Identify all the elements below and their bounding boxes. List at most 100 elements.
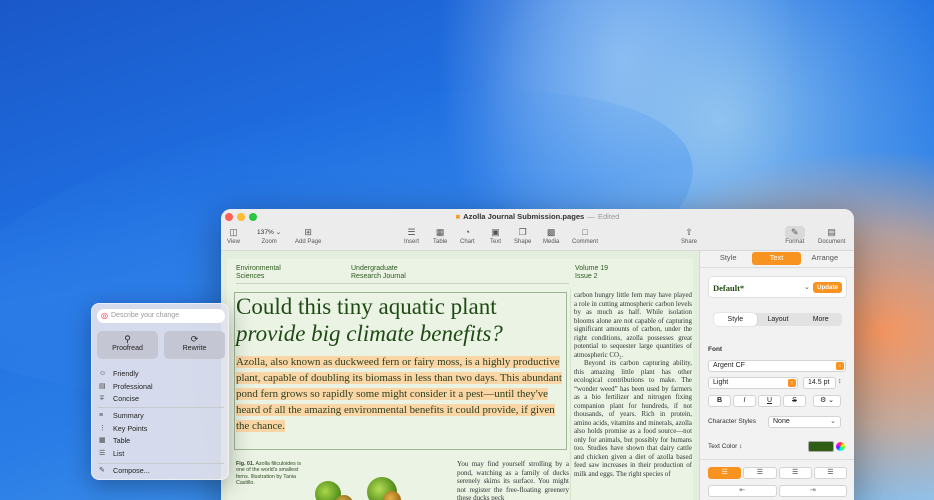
- subtab-style[interactable]: Style: [714, 313, 757, 326]
- key-points-option[interactable]: ⋮ Key Points: [97, 423, 225, 436]
- add-page-icon: ⊞: [304, 227, 312, 237]
- pages-window: ■ Azolla Journal Submission.pages — Edited …: [221, 209, 854, 500]
- updown-icon: ↕: [836, 362, 844, 370]
- document-canvas[interactable]: Environmental Sciences Undergraduate Res…: [221, 251, 699, 500]
- table-icon: ▦: [99, 437, 106, 444]
- font-weight-value: Light: [713, 379, 729, 386]
- header-volume: Volume 19 Issue 2: [575, 265, 609, 280]
- describe-change-input[interactable]: ◎ Describe your change: [97, 309, 225, 323]
- table-button[interactable]: ▦ Table: [433, 226, 447, 245]
- insert-button[interactable]: ☰ Insert: [404, 226, 419, 245]
- body-column-right[interactable]: carbon hungry little fern may have playe…: [574, 292, 692, 500]
- smiley-icon: ☺: [99, 370, 107, 377]
- document-button[interactable]: ▤ Document: [818, 226, 845, 245]
- title-bar: ■ Azolla Journal Submission.pages — Edited …: [221, 209, 854, 251]
- italic-button[interactable]: I: [733, 395, 756, 407]
- share-icon: ⇧: [685, 227, 693, 237]
- insert-icon: ☰: [407, 227, 416, 237]
- proofread-button[interactable]: ⚲ Proofread: [97, 331, 158, 359]
- font-weight-select[interactable]: Light ↕: [708, 377, 798, 389]
- font-size-stepper[interactable]: ↕: [838, 378, 842, 385]
- list-option[interactable]: ☰ List: [97, 448, 225, 461]
- align-justify-button[interactable]: ☰: [813, 467, 847, 479]
- concise-icon: ∓: [99, 395, 105, 402]
- strikethrough-button[interactable]: S: [783, 395, 806, 407]
- column-rule: [570, 289, 571, 500]
- text-color-label: Text Color ↕: [708, 443, 743, 450]
- compose-option[interactable]: ✎ Compose...: [97, 465, 225, 478]
- text-box-icon: ▣: [491, 227, 500, 237]
- updown-icon: ↕: [739, 443, 743, 450]
- paragraph-style-selector[interactable]: Default* ⌄ Update: [708, 276, 847, 298]
- media-button[interactable]: ▩ Media: [543, 226, 559, 245]
- add-page-button[interactable]: ⊞ Add Page: [295, 226, 321, 245]
- apple-intelligence-icon: ◎: [101, 311, 108, 320]
- concise-option[interactable]: ∓ Concise: [97, 393, 225, 406]
- compose-list: ✎ Compose...: [97, 465, 225, 478]
- tab-text[interactable]: Text: [752, 252, 801, 265]
- comment-button[interactable]: □ Comment: [572, 226, 598, 245]
- text-options-button[interactable]: ⚙ ⌄: [813, 395, 841, 407]
- header-section: Environmental Sciences: [236, 265, 281, 280]
- comment-icon: □: [582, 227, 588, 237]
- format-button[interactable]: ✎ Format: [785, 226, 805, 245]
- tab-arrange[interactable]: Arrange: [801, 252, 849, 265]
- character-styles-label: Character Styles: [708, 418, 757, 425]
- table-option[interactable]: ▦ Table: [97, 435, 225, 448]
- document-page[interactable]: Environmental Sciences Undergraduate Res…: [227, 259, 693, 500]
- zoom-menu[interactable]: 137% ⌄ Zoom: [257, 226, 281, 245]
- summary-option[interactable]: ≡ Summary: [97, 410, 225, 423]
- professional-option[interactable]: ▤ Professional: [97, 381, 225, 394]
- chevron-down-icon: ⌄: [828, 397, 835, 404]
- document-icon: ▤: [827, 227, 836, 237]
- rewrite-icon: ⟳: [190, 334, 199, 344]
- indent-buttons: ⇤ ⇥: [708, 485, 847, 497]
- increase-indent-button[interactable]: ⇥: [778, 485, 847, 497]
- zoom-value: 137%: [257, 229, 274, 236]
- writing-tools-popover: ◎ Describe your change ⚲ Proofread ⟳ Rew…: [91, 303, 229, 480]
- tab-style[interactable]: Style: [704, 252, 752, 265]
- figure-caption: Fig. 01. Azolla filiculoides is one of t…: [236, 461, 302, 486]
- underline-button[interactable]: U: [758, 395, 781, 407]
- subtab-layout[interactable]: Layout: [757, 313, 800, 326]
- align-right-button[interactable]: ☰: [778, 467, 812, 479]
- font-size-field[interactable]: 14.5 pt: [803, 377, 836, 389]
- share-button[interactable]: ⇧ Share: [681, 226, 697, 245]
- shape-icon: ❐: [518, 227, 527, 237]
- headline[interactable]: Could this tiny aquatic plant provide bi…: [236, 293, 566, 347]
- color-wheel-icon[interactable]: [836, 442, 845, 451]
- view-button[interactable]: ◫ View: [227, 226, 240, 245]
- shape-button[interactable]: ❐ Shape: [514, 226, 531, 245]
- align-left-button[interactable]: ☰: [708, 467, 742, 479]
- decrease-indent-button[interactable]: ⇤: [708, 485, 777, 497]
- chart-icon: ◔: [464, 227, 471, 237]
- header-journal: Undergraduate Research Journal: [351, 265, 406, 280]
- body-column-middle[interactable]: You may find yourself strolling by a pon…: [457, 460, 569, 500]
- update-style-button[interactable]: Update: [813, 282, 842, 293]
- gear-icon: ⚙: [819, 397, 827, 404]
- bold-button[interactable]: B: [708, 395, 731, 407]
- font-family-select[interactable]: Argent CF ↕: [708, 360, 846, 372]
- chevron-down-icon: ⌄: [830, 418, 836, 425]
- align-center-button[interactable]: ☰: [743, 467, 777, 479]
- font-section-label: Font: [708, 346, 723, 353]
- subtab-more[interactable]: More: [799, 313, 842, 326]
- friendly-option[interactable]: ☺ Friendly: [97, 368, 225, 381]
- text-color-swatch[interactable]: [808, 441, 834, 452]
- pencil-icon: ✎: [99, 467, 105, 474]
- divider: [98, 463, 224, 464]
- divider: [700, 267, 854, 268]
- rewrite-button[interactable]: ⟳ Rewrite: [164, 331, 225, 359]
- character-styles-select[interactable]: None ⌄: [768, 416, 841, 428]
- chart-button[interactable]: ◔ Chart: [460, 226, 475, 245]
- table-icon: ▦: [435, 227, 445, 237]
- text-button[interactable]: ▣ Text: [490, 226, 501, 245]
- lead-paragraph[interactable]: Azolla, also known as duckweed fern or f…: [236, 354, 566, 434]
- format-list: ≡ Summary ⋮ Key Points ▦ Table ☰ List: [97, 410, 225, 460]
- tone-list: ☺ Friendly ▤ Professional ∓ Concise: [97, 368, 225, 406]
- divider: [700, 459, 854, 460]
- text-format-buttons: B I U S: [708, 395, 806, 407]
- edited-status: Edited: [597, 212, 620, 221]
- paragraph-style-name: Default*: [713, 283, 745, 293]
- window-title: ■ Azolla Journal Submission.pages — Edited: [455, 212, 620, 221]
